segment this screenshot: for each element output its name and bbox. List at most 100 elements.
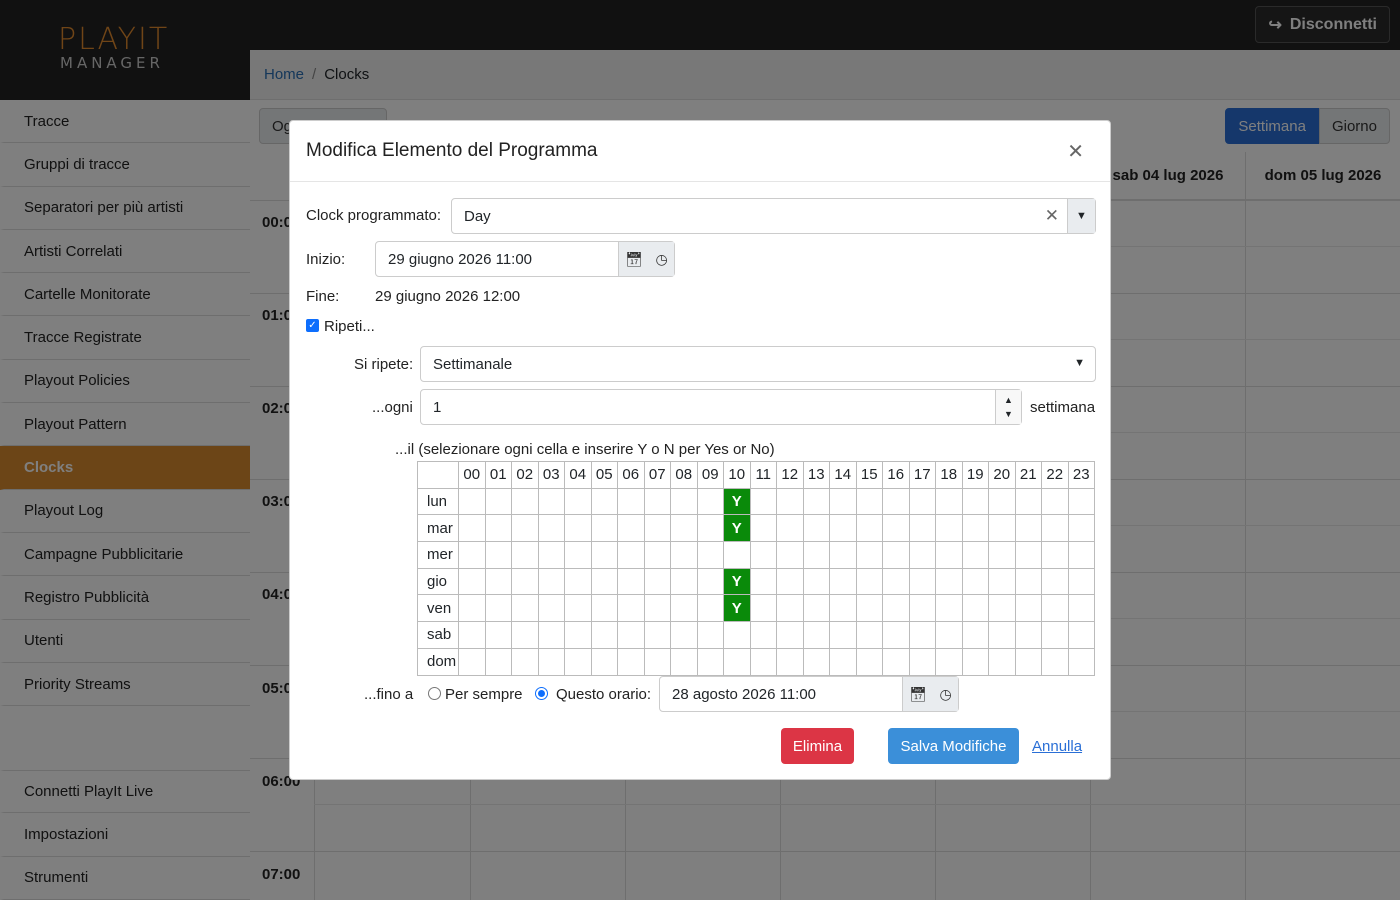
schedule-cell[interactable] [617, 487, 645, 516]
schedule-cell[interactable] [988, 487, 1016, 516]
schedule-cell[interactable] [670, 594, 698, 623]
schedule-cell[interactable] [670, 487, 698, 516]
schedule-cell[interactable] [749, 541, 777, 569]
schedule-cell[interactable] [882, 647, 910, 676]
schedule-cell[interactable] [643, 567, 671, 596]
forever-radio[interactable] [428, 687, 441, 700]
schedule-cell[interactable] [829, 514, 857, 543]
schedule-cell[interactable] [1041, 541, 1069, 569]
schedule-cell[interactable] [882, 567, 910, 596]
schedule-cell[interactable] [935, 514, 963, 543]
schedule-cell[interactable] [617, 594, 645, 623]
schedule-cell[interactable] [961, 621, 989, 649]
schedule-cell[interactable] [511, 514, 539, 543]
schedule-cell[interactable] [961, 594, 989, 623]
close-icon[interactable]: ✕ [1067, 139, 1084, 164]
schedule-cell[interactable] [1067, 514, 1095, 543]
schedule-cell[interactable] [988, 541, 1016, 569]
schedule-cell[interactable] [776, 647, 804, 676]
schedule-cell[interactable] [1014, 621, 1042, 649]
schedule-cell[interactable] [537, 621, 565, 649]
schedule-cell[interactable] [829, 487, 857, 516]
repeat-checkbox[interactable]: ✓ [306, 319, 319, 332]
calendar-icon[interactable]: 📅︎ [909, 686, 927, 703]
schedule-cell[interactable] [1014, 594, 1042, 623]
schedule-cell[interactable] [908, 647, 936, 676]
schedule-cell[interactable] [908, 594, 936, 623]
schedule-cell[interactable] [696, 514, 724, 543]
schedule-cell[interactable] [802, 487, 830, 516]
schedule-cell[interactable] [1067, 487, 1095, 516]
clock-icon[interactable]: ◷ [656, 251, 668, 268]
schedule-cell[interactable] [564, 541, 592, 569]
repeats-select[interactable]: Settimanale ▼ [420, 346, 1096, 382]
schedule-cell[interactable] [723, 541, 751, 569]
schedule-cell[interactable] [1041, 487, 1069, 516]
schedule-cell[interactable] [829, 567, 857, 596]
schedule-cell[interactable] [511, 541, 539, 569]
schedule-cell[interactable] [511, 487, 539, 516]
schedule-cell[interactable] [484, 487, 512, 516]
schedule-cell[interactable] [696, 541, 724, 569]
schedule-cell[interactable] [1067, 541, 1095, 569]
schedule-cell[interactable] [484, 594, 512, 623]
schedule-cell[interactable] [1014, 487, 1042, 516]
schedule-cell[interactable] [511, 594, 539, 623]
schedule-cell[interactable] [1067, 621, 1095, 649]
schedule-cell[interactable] [961, 487, 989, 516]
schedule-cell[interactable] [829, 621, 857, 649]
schedule-cell[interactable] [511, 647, 539, 676]
schedule-cell[interactable] [670, 514, 698, 543]
schedule-cell[interactable] [1041, 621, 1069, 649]
schedule-cell[interactable] [935, 621, 963, 649]
schedule-cell[interactable] [1067, 647, 1095, 676]
schedule-cell[interactable] [935, 541, 963, 569]
schedule-cell[interactable] [617, 647, 645, 676]
schedule-cell[interactable] [802, 514, 830, 543]
schedule-cell[interactable] [1067, 567, 1095, 596]
schedule-cell[interactable] [458, 567, 486, 596]
schedule-cell[interactable] [802, 594, 830, 623]
schedule-cell[interactable] [908, 567, 936, 596]
schedule-cell[interactable] [537, 514, 565, 543]
schedule-cell[interactable] [749, 487, 777, 516]
schedule-cell[interactable] [617, 621, 645, 649]
schedule-cell[interactable] [511, 621, 539, 649]
schedule-cell[interactable] [908, 487, 936, 516]
schedule-cell[interactable]: Y [723, 514, 751, 543]
schedule-cell[interactable] [829, 647, 857, 676]
schedule-cell[interactable] [537, 594, 565, 623]
schedule-cell[interactable] [537, 541, 565, 569]
schedule-cell[interactable] [511, 567, 539, 596]
schedule-cell[interactable] [590, 647, 618, 676]
schedule-cell[interactable] [961, 541, 989, 569]
schedule-cell[interactable] [935, 487, 963, 516]
schedule-cell[interactable] [537, 647, 565, 676]
schedule-cell[interactable] [855, 621, 883, 649]
schedule-cell[interactable] [643, 487, 671, 516]
schedule-cell[interactable] [1041, 567, 1069, 596]
schedule-cell[interactable] [696, 647, 724, 676]
schedule-cell[interactable] [855, 567, 883, 596]
schedule-cell[interactable] [749, 567, 777, 596]
schedule-cell[interactable] [590, 487, 618, 516]
schedule-cell[interactable] [590, 514, 618, 543]
schedule-cell[interactable] [749, 594, 777, 623]
schedule-cell[interactable] [749, 647, 777, 676]
schedule-cell[interactable] [855, 647, 883, 676]
clock-select[interactable]: Day ✕ ▼ [451, 198, 1096, 234]
schedule-cell[interactable] [458, 541, 486, 569]
schedule-cell[interactable] [1014, 647, 1042, 676]
start-datetime-input[interactable]: 29 giugno 2026 11:00 📅︎ ◷ [375, 241, 675, 277]
schedule-cell[interactable] [723, 647, 751, 676]
schedule-cell[interactable] [776, 541, 804, 569]
schedule-cell[interactable] [829, 541, 857, 569]
schedule-cell[interactable] [564, 621, 592, 649]
schedule-cell[interactable] [670, 541, 698, 569]
schedule-cell[interactable] [855, 541, 883, 569]
schedule-cell[interactable] [855, 514, 883, 543]
schedule-cell[interactable] [696, 567, 724, 596]
schedule-cell[interactable] [1067, 594, 1095, 623]
schedule-cell[interactable] [617, 541, 645, 569]
schedule-cell[interactable] [882, 594, 910, 623]
